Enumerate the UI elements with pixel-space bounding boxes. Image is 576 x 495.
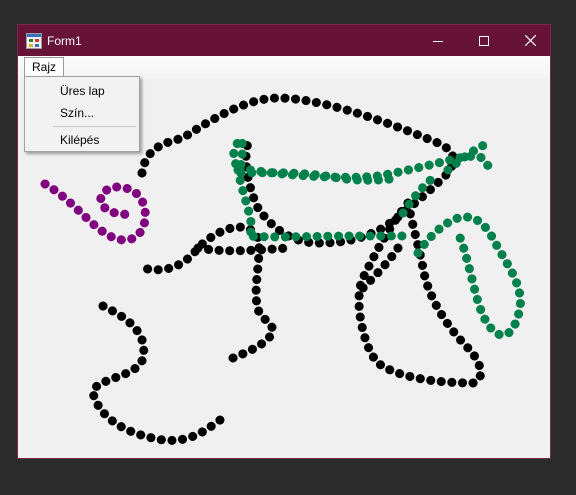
black-stroke-center (138, 198, 486, 388)
maximize-icon (479, 35, 489, 46)
menu-rajz[interactable]: Rajz (24, 57, 65, 76)
minimize-icon (433, 40, 443, 42)
menu-item-ures-lap[interactable]: Üres lap (27, 80, 137, 102)
menu-item-szin[interactable]: Szín... (27, 102, 137, 124)
close-icon (524, 35, 536, 46)
black-stroke-bottom-left (88, 301, 228, 445)
menu-item-kilepes[interactable]: Kilépés (27, 129, 137, 151)
menu-bar: Rajz (18, 56, 550, 78)
minimize-button[interactable] (415, 25, 461, 56)
rajz-dropdown-menu: Üres lap Szín... Kilépés (24, 76, 140, 152)
form1-window: Form1 Rajz Üres lap Szín... Kilépés (17, 24, 551, 459)
close-button[interactable] (507, 25, 550, 56)
menu-separator (53, 126, 136, 127)
title-bar[interactable]: Form1 (18, 25, 550, 56)
purple-stroke (40, 179, 150, 245)
window-title: Form1 (47, 34, 82, 48)
maximize-button[interactable] (461, 25, 507, 56)
green-stroke-right (413, 212, 525, 340)
app-form-icon (26, 33, 42, 49)
